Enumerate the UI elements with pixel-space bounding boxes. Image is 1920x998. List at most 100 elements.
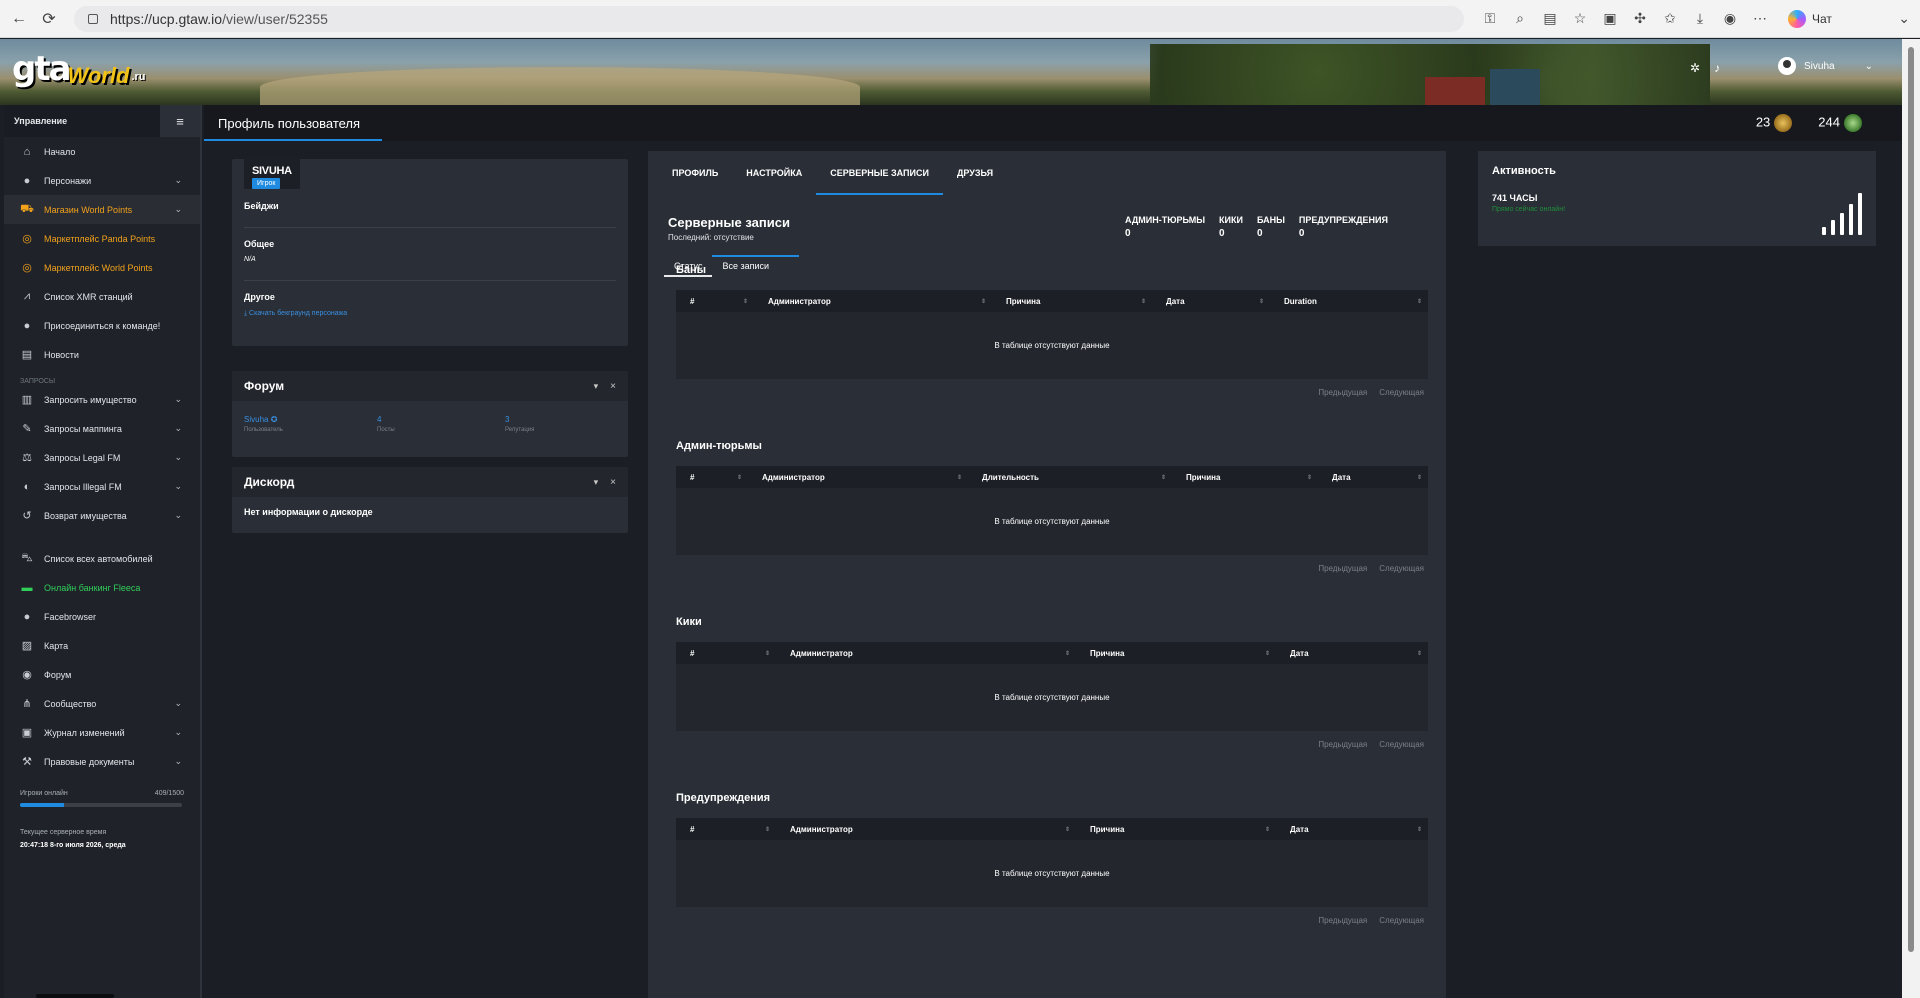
- sidebar-item[interactable]: ◐ Запросы Illegal FM ⌄: [4, 472, 200, 501]
- sidebar-item[interactable]: ▨ Карта: [4, 631, 200, 660]
- address-bar[interactable]: https://ucp.gtaw.io/view/user/52355: [74, 5, 1464, 32]
- sidebar-item[interactable]: ● Facebrowser: [4, 602, 200, 631]
- chevron-down-icon[interactable]: ⌄: [1898, 10, 1910, 27]
- forum-user-link[interactable]: Sivuha ✪: [244, 415, 283, 424]
- tab-profile[interactable]: ПРОФИЛЬ: [658, 151, 732, 195]
- app-icon[interactable]: ▣: [1600, 9, 1620, 29]
- more-icon[interactable]: ⋯: [1750, 9, 1770, 29]
- sidebar-item[interactable]: ↺ Возврат имущества ⌄: [4, 501, 200, 530]
- column-header[interactable]: # ⇕: [676, 466, 748, 488]
- records-header: Серверные записи Последний: отсутствие А…: [668, 215, 1428, 255]
- reload-icon[interactable]: ⟳: [38, 8, 60, 30]
- zoom-icon[interactable]: ⌕: [1510, 9, 1530, 29]
- sidebar-item-label: Возврат имущества: [44, 510, 127, 521]
- user-menu[interactable]: Sivuha ⌄: [1778, 57, 1873, 75]
- copilot-icon: [1788, 9, 1806, 28]
- collapse-icon[interactable]: ▾: [594, 477, 599, 488]
- scrollbar[interactable]: [1902, 39, 1920, 998]
- role-badge-label: Игрок: [252, 178, 281, 189]
- column-header[interactable]: Дата ⇕: [1276, 642, 1428, 664]
- close-icon[interactable]: ×: [610, 477, 616, 488]
- sidebar-item[interactable]: ⛍ Список всех автомобилей: [4, 544, 200, 573]
- forum-posts-value[interactable]: 4: [377, 415, 395, 424]
- column-header[interactable]: Дата ⇕: [1152, 290, 1270, 312]
- next-page-button[interactable]: Следующая: [1379, 916, 1424, 925]
- sidebar-item[interactable]: ▣ Журнал изменений ⌄: [4, 718, 200, 747]
- tab-settings[interactable]: НАСТРОЙКА: [732, 151, 816, 195]
- sidebar-item[interactable]: ▤ Новости: [4, 340, 200, 369]
- column-header[interactable]: # ⇕: [676, 290, 754, 312]
- gold-coin-icon: [1774, 114, 1793, 132]
- scrollbar-thumb[interactable]: [1908, 47, 1914, 952]
- hamburger-icon[interactable]: ≡: [160, 105, 200, 137]
- sidebar-item[interactable]: ◎ Маркетплейс World Points: [4, 253, 200, 282]
- browser-toolbar: ← ⟳ https://ucp.gtaw.io/view/user/52355 …: [0, 0, 1920, 38]
- tab-server-records[interactable]: СЕРВЕРНЫЕ ЗАПИСИ: [816, 151, 943, 195]
- column-header[interactable]: Причина ⇕: [1076, 642, 1276, 664]
- next-page-button[interactable]: Следующая: [1379, 564, 1424, 573]
- chat-button[interactable]: Чат: [1788, 9, 1832, 28]
- settings-icon[interactable]: ✲: [1690, 61, 1700, 75]
- forum-posts: 4 Посты: [377, 415, 395, 433]
- extensions-icon[interactable]: ✣: [1630, 9, 1650, 29]
- sidebar-item[interactable]: ⚒ Правовые документы ⌄: [4, 747, 200, 776]
- sidebar-item[interactable]: ✎ Запросы маппинга ⌄: [4, 414, 200, 443]
- star-icon[interactable]: ☆: [1570, 9, 1590, 29]
- sidebar-item[interactable]: ● Персонажи ⌄: [4, 166, 200, 195]
- column-header[interactable]: Дата ⇕: [1276, 818, 1428, 840]
- site-logo[interactable]: gta World .ru: [12, 49, 146, 89]
- download-icon[interactable]: ⤓: [1690, 9, 1710, 29]
- download-background-link[interactable]: ⤓ Скачать бекграунд персонажа: [244, 310, 347, 318]
- sidebar-item[interactable]: ⌂ Начало: [4, 137, 200, 166]
- sidebar-item-label: Форум: [44, 669, 72, 680]
- close-icon[interactable]: ×: [610, 381, 616, 392]
- column-header[interactable]: Администратор ⇕: [776, 818, 1076, 840]
- brush-icon: ✎: [22, 423, 32, 435]
- records-table: # ⇕ Администратор ⇕ Причина ⇕ Дата ⇕ В таблице о…: [676, 642, 1428, 731]
- profile-name: SIVUHA: [252, 165, 292, 177]
- column-header[interactable]: Администратор ⇕: [748, 466, 968, 488]
- next-page-button[interactable]: Следующая: [1379, 388, 1424, 397]
- tab-friends[interactable]: ДРУЗЬЯ: [943, 151, 1007, 195]
- sidebar-item[interactable]: ⚖ Запросы Legal FM ⌄: [4, 443, 200, 472]
- column-header[interactable]: Причина ⇕: [992, 290, 1152, 312]
- column-header[interactable]: # ⇕: [676, 642, 776, 664]
- chevron-down-icon: ⌄: [174, 510, 182, 520]
- column-header[interactable]: Дата ⇕: [1318, 466, 1428, 488]
- divider: [244, 280, 616, 281]
- counter-label: БАНЫ: [1256, 215, 1285, 225]
- profile-icon[interactable]: ◉: [1720, 9, 1740, 29]
- undo-icon: ↺: [22, 510, 32, 522]
- column-header[interactable]: Duration ⇕: [1270, 290, 1428, 312]
- bell-icon[interactable]: ♪: [1714, 61, 1720, 75]
- prev-page-button[interactable]: Предыдущая: [1318, 740, 1367, 749]
- prev-page-button[interactable]: Предыдущая: [1318, 916, 1367, 925]
- favorites-icon[interactable]: ✩: [1660, 9, 1680, 29]
- back-icon[interactable]: ←: [8, 8, 30, 30]
- site-info-icon[interactable]: [88, 13, 98, 24]
- reader-icon[interactable]: ▤: [1540, 9, 1560, 29]
- sidebar-item[interactable]: ◎ Маркетплейс Panda Points: [4, 224, 200, 253]
- column-header[interactable]: Причина ⇕: [1172, 466, 1318, 488]
- sidebar-item[interactable]: ⋔ Сообщество ⌄: [4, 689, 200, 718]
- sidebar-item[interactable]: ⛟ Магазин World Points ⌄: [4, 195, 200, 224]
- column-header[interactable]: # ⇕: [676, 818, 776, 840]
- key-icon[interactable]: ⚿: [1480, 9, 1500, 29]
- forum-rep-value[interactable]: 3: [505, 415, 534, 424]
- column-header[interactable]: Причина ⇕: [1076, 818, 1276, 840]
- sidebar-item[interactable]: ▥ Запросить имущество ⌄: [4, 385, 200, 414]
- role-badge: Игрок: [252, 177, 281, 189]
- column-header[interactable]: Длительность ⇕: [968, 466, 1172, 488]
- prev-page-button[interactable]: Предыдущая: [1318, 564, 1367, 573]
- players-online: Игроки онлайн 409/1500: [4, 776, 200, 807]
- sidebar-item[interactable]: ● Присоединиться к команде!: [4, 311, 200, 340]
- sidebar-item[interactable]: ▬ Онлайн банкинг Fleeca: [4, 573, 200, 602]
- collapse-icon[interactable]: ▾: [594, 381, 599, 392]
- empty-table-message: В таблице отсутствуют данные: [994, 869, 1110, 878]
- column-header[interactable]: Администратор ⇕: [754, 290, 992, 312]
- next-page-button[interactable]: Следующая: [1379, 740, 1424, 749]
- sidebar-item[interactable]: ◉ Форум: [4, 660, 200, 689]
- sidebar-item[interactable]: ⩘ Список XMR станций: [4, 282, 200, 311]
- prev-page-button[interactable]: Предыдущая: [1318, 388, 1367, 397]
- column-header[interactable]: Администратор ⇕: [776, 642, 1076, 664]
